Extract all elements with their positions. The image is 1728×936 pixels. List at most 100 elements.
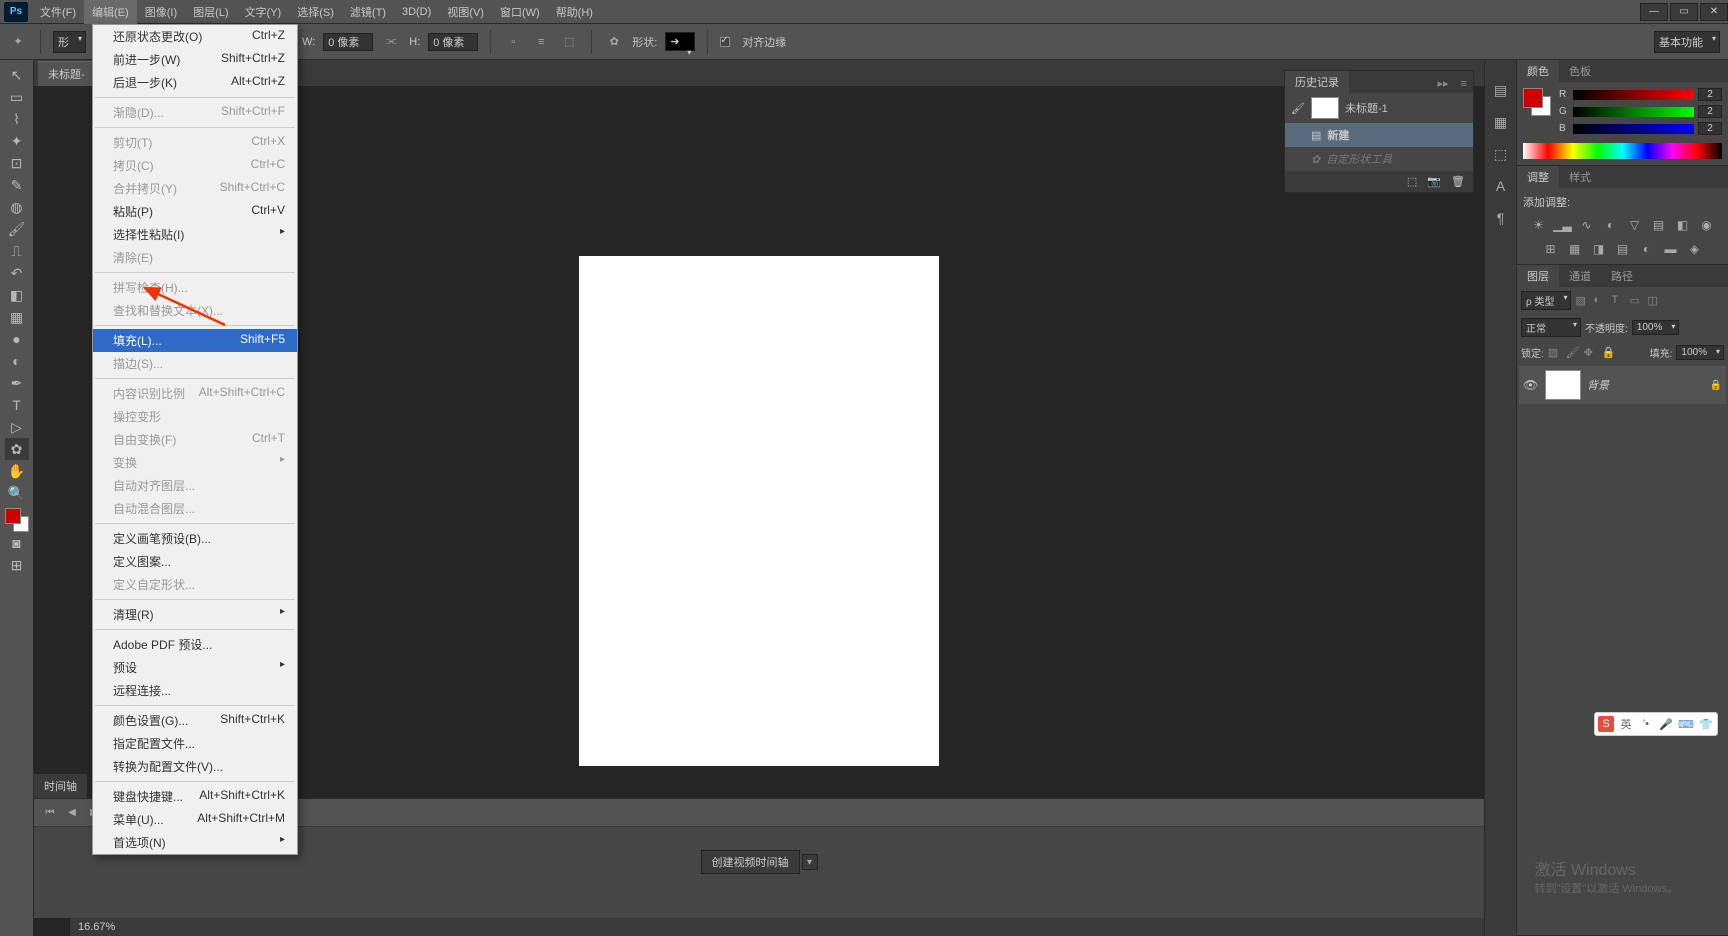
gear-icon[interactable]: ✿	[604, 32, 624, 52]
channels-tab[interactable]: 通道	[1559, 265, 1601, 287]
mixer-icon[interactable]: ⊞	[1542, 240, 1560, 258]
levels-icon[interactable]: ▁▃	[1554, 216, 1572, 234]
color-swatch[interactable]	[5, 508, 29, 532]
arrange-icon[interactable]: ⬚	[559, 32, 579, 52]
collapse-icon[interactable]: ▸▸	[1432, 74, 1455, 93]
menu-item-2[interactable]: 后退一步(K)Alt+Ctrl+Z	[93, 71, 297, 94]
healing-tool[interactable]: ◍	[5, 196, 29, 218]
g-slider[interactable]	[1573, 107, 1694, 117]
tool-preset-icon[interactable]: ✦	[8, 32, 28, 52]
hand-tool[interactable]: ✋	[5, 460, 29, 482]
lock-all-icon[interactable]: 🔒	[1602, 346, 1616, 360]
workspace-select[interactable]: 基本功能	[1654, 31, 1720, 53]
r-slider[interactable]	[1573, 90, 1694, 100]
menu-item-33[interactable]: 预设▸	[93, 656, 297, 679]
type-tool[interactable]: T	[5, 394, 29, 416]
timeline-tab[interactable]: 时间轴	[34, 774, 87, 798]
paths-tab[interactable]: 路径	[1601, 265, 1643, 287]
width-input[interactable]	[323, 33, 373, 51]
fill-value[interactable]: 100%	[1676, 345, 1724, 360]
layers-tab[interactable]: 图层	[1517, 265, 1559, 287]
link-wh-icon[interactable]: ⫘	[381, 32, 401, 52]
timeline-dropdown-icon[interactable]: ▾	[802, 854, 818, 870]
color-swatch-big[interactable]	[1523, 88, 1551, 116]
b-slider[interactable]	[1573, 124, 1694, 134]
filter-kind-select[interactable]: ρ 类型	[1521, 291, 1571, 310]
layer-thumbnail[interactable]	[1545, 370, 1581, 400]
ime-skin-icon[interactable]: 👕	[1698, 716, 1714, 732]
hue-icon[interactable]: ▤	[1650, 216, 1668, 234]
dock-icon-1[interactable]: ▤	[1491, 80, 1511, 100]
timeline-prev-icon[interactable]: ◀	[64, 805, 80, 821]
history-state-shape[interactable]: ✿ 自定形状工具	[1285, 147, 1473, 171]
canvas[interactable]	[579, 256, 939, 766]
ime-toolbar[interactable]: S 英 '• 🎤 ⌨ 👕	[1594, 712, 1718, 736]
adjustments-tab[interactable]: 调整	[1517, 166, 1559, 188]
menu-item-26[interactable]: 定义画笔预设(B)...	[93, 527, 297, 550]
color-tab[interactable]: 颜色	[1517, 60, 1559, 82]
filter-smart-icon[interactable]: ◫	[1647, 294, 1661, 308]
lookup-icon[interactable]: ▦	[1566, 240, 1584, 258]
shape-tool[interactable]: ✿	[5, 438, 29, 460]
menu-item-34[interactable]: 远程连接...	[93, 679, 297, 702]
menu-item-16[interactable]: 填充(L)...Shift+F5	[93, 329, 297, 352]
align-edges-checkbox[interactable]	[720, 37, 730, 47]
menu-6[interactable]: 滤镜(T)	[342, 0, 394, 24]
stamp-tool[interactable]: ⎍	[5, 240, 29, 262]
blend-mode-select[interactable]: 正常	[1521, 318, 1581, 337]
pen-tool[interactable]: ✒	[5, 372, 29, 394]
path-select-tool[interactable]: ▷	[5, 416, 29, 438]
menu-item-27[interactable]: 定义图案...	[93, 550, 297, 573]
menu-item-42[interactable]: 首选项(N)▸	[93, 831, 297, 854]
fg-color-swatch[interactable]	[5, 508, 21, 524]
screenmode-tool[interactable]: ⊞	[5, 554, 29, 576]
menu-8[interactable]: 视图(V)	[439, 0, 492, 24]
gradient-tool[interactable]: ▦	[5, 306, 29, 328]
menu-5[interactable]: 选择(S)	[289, 0, 342, 24]
timeline-first-icon[interactable]: ⏮	[42, 805, 58, 821]
brightness-icon[interactable]: ☀	[1530, 216, 1548, 234]
opacity-value[interactable]: 100%	[1632, 320, 1680, 335]
blur-tool[interactable]: ●	[5, 328, 29, 350]
invert-icon[interactable]: ◨	[1590, 240, 1608, 258]
history-brush-tool[interactable]: ↶	[5, 262, 29, 284]
menu-item-30[interactable]: 清理(R)▸	[93, 603, 297, 626]
height-input[interactable]	[428, 33, 478, 51]
maximize-button[interactable]: ▭	[1670, 3, 1698, 21]
color-ramp[interactable]	[1523, 143, 1722, 159]
menu-4[interactable]: 文字(Y)	[237, 0, 290, 24]
panel-menu-icon[interactable]: ≡	[1455, 75, 1473, 93]
wand-tool[interactable]: ✦	[5, 130, 29, 152]
quickmask-tool[interactable]: ◙	[5, 532, 29, 554]
g-value[interactable]: 2	[1698, 105, 1722, 118]
dock-icon-4[interactable]: A	[1491, 176, 1511, 196]
bw-icon[interactable]: ◧	[1674, 216, 1692, 234]
menu-item-9[interactable]: 粘贴(P)Ctrl+V	[93, 200, 297, 223]
menu-9[interactable]: 窗口(W)	[492, 0, 548, 24]
menu-3[interactable]: 图层(L)	[185, 0, 236, 24]
menu-item-36[interactable]: 颜色设置(G)...Shift+Ctrl+K	[93, 709, 297, 732]
history-state-new[interactable]: ▤ 新建	[1285, 123, 1473, 147]
menu-item-41[interactable]: 菜单(U)...Alt+Shift+Ctrl+M	[93, 808, 297, 831]
brush-tool[interactable]: 🖌	[5, 218, 29, 240]
layer-row-bg[interactable]: 👁 背景 🔒	[1519, 366, 1726, 404]
ime-punct-icon[interactable]: '•	[1638, 716, 1654, 732]
zoom-tool[interactable]: 🔍	[5, 482, 29, 504]
ime-keyboard-icon[interactable]: ⌨	[1678, 716, 1694, 732]
marquee-tool[interactable]: ▭	[5, 86, 29, 108]
eyedropper-tool[interactable]: ✎	[5, 174, 29, 196]
menu-item-10[interactable]: 选择性粘贴(I)▸	[93, 223, 297, 246]
gradient-map-icon[interactable]: ▬	[1662, 240, 1680, 258]
history-snapshot[interactable]: 🖌 未标题-1	[1285, 93, 1473, 123]
dodge-tool[interactable]: ◐	[5, 350, 29, 372]
selective-icon[interactable]: ◈	[1686, 240, 1704, 258]
menu-item-38[interactable]: 转换为配置文件(V)...	[93, 755, 297, 778]
ime-mic-icon[interactable]: 🎤	[1658, 716, 1674, 732]
align-icon[interactable]: ≡	[531, 32, 551, 52]
exposure-icon[interactable]: ◐	[1602, 216, 1620, 234]
path-ops-icon[interactable]: ▫	[503, 32, 523, 52]
swatches-tab[interactable]: 色板	[1559, 60, 1601, 82]
menu-item-32[interactable]: Adobe PDF 预设...	[93, 633, 297, 656]
close-button[interactable]: ✕	[1700, 3, 1728, 21]
menu-item-1[interactable]: 前进一步(W)Shift+Ctrl+Z	[93, 48, 297, 71]
